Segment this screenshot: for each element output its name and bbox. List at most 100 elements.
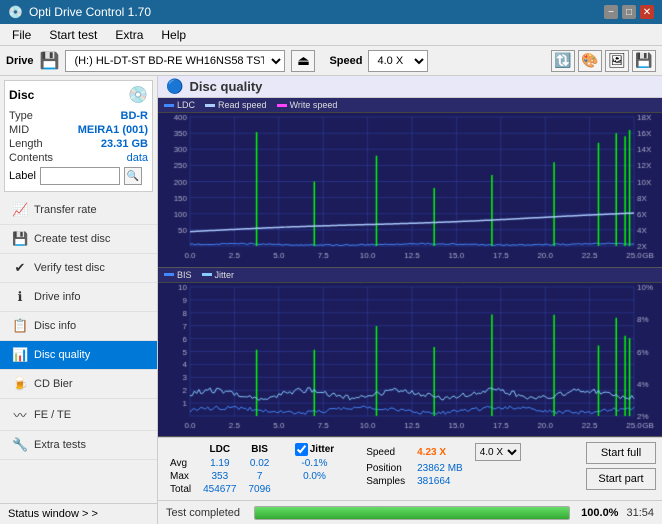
disc-quality-header: 🔵 Disc quality: [158, 76, 662, 98]
disc-contents-row: Contents data: [9, 151, 148, 165]
stats-header-row: LDC BIS Jitter: [164, 442, 340, 457]
progress-status: Test completed: [166, 507, 246, 519]
disc-mid-label: MID: [9, 124, 29, 136]
disc-info-icon: 📋: [12, 318, 28, 334]
toolbar-btn-3[interactable]: 🖼: [605, 50, 629, 72]
status-window-label: Status window > >: [8, 508, 98, 520]
legend-read-speed: Read speed: [205, 100, 267, 110]
drive-info-icon: ℹ: [12, 289, 28, 305]
speed-target-select[interactable]: 4.0 X: [475, 443, 521, 461]
disc-type-row: Type BD-R: [9, 109, 148, 123]
close-button[interactable]: ✕: [640, 5, 654, 19]
disc-length-label: Length: [9, 138, 43, 150]
toolbar-btn-2[interactable]: 🎨: [578, 50, 602, 72]
sidebar-item-cd-bier[interactable]: 🍺 CD Bier: [0, 370, 157, 399]
toolbar: Drive 💾 (H:) HL-DT-ST BD-RE WH16NS58 TST…: [0, 46, 662, 76]
sidebar-item-disc-info[interactable]: 📋 Disc info: [0, 312, 157, 341]
disc-label-row: Label 🔍: [9, 165, 148, 187]
toolbar-btn-save[interactable]: 💾: [632, 50, 656, 72]
legend-write-speed: Write speed: [277, 100, 338, 110]
drive-info-label: Drive info: [34, 291, 80, 303]
disc-quality-label: Disc quality: [34, 349, 90, 361]
menu-start-test[interactable]: Start test: [41, 26, 105, 44]
jitter-color: [202, 273, 212, 276]
charts-area: LDC Read speed Write speed BIS Jitter: [158, 98, 662, 500]
stats-table: LDC BIS Jitter Avg 1.19 0.02: [164, 442, 340, 496]
speed-select[interactable]: 4.0 X: [368, 50, 428, 72]
sidebar-item-transfer-rate[interactable]: 📈 Transfer rate: [0, 196, 157, 225]
create-test-disc-label: Create test disc: [34, 233, 110, 245]
disc-label-button[interactable]: 🔍: [124, 167, 142, 185]
app-icon: 💿: [8, 5, 23, 19]
title-bar: 💿 Opti Drive Control 1.70 − □ ✕: [0, 0, 662, 24]
sidebar-item-verify-test-disc[interactable]: ✔ Verify test disc: [0, 254, 157, 283]
sidebar-item-create-test-disc[interactable]: 💾 Create test disc: [0, 225, 157, 254]
stats-avg-bis: 0.02: [243, 457, 277, 470]
stats-col-space: [277, 442, 289, 457]
start-full-button[interactable]: Start full: [586, 442, 656, 464]
legend-bis: BIS: [164, 270, 192, 280]
fe-te-icon: 〰: [12, 405, 28, 424]
bis-color: [164, 273, 174, 276]
create-test-disc-icon: 💾: [12, 231, 28, 247]
samples-value: 381664: [411, 475, 469, 488]
maximize-button[interactable]: □: [622, 5, 636, 19]
sidebar-item-fe-te[interactable]: 〰 FE / TE: [0, 399, 157, 431]
stats-avg-jitter: -0.1%: [289, 457, 340, 470]
chart2-container: BIS Jitter: [158, 268, 662, 438]
eject-button[interactable]: ⏏: [291, 50, 315, 72]
progress-time: 31:54: [626, 507, 654, 519]
disc-mid-value: MEIRA1 (001): [78, 124, 148, 136]
samples-label: Samples: [360, 475, 411, 488]
disc-icon: 💿: [128, 85, 148, 105]
sidebar-item-disc-quality[interactable]: 📊 Disc quality: [0, 341, 157, 370]
jitter-checkbox-label[interactable]: Jitter: [295, 443, 334, 456]
speed-info-value: 4.23 X: [411, 442, 469, 462]
sidebar-item-drive-info[interactable]: ℹ Drive info: [0, 283, 157, 312]
stats-total-label: Total: [164, 483, 197, 496]
position-row: Position 23862 MB: [360, 462, 527, 475]
status-window-section: Status window > >: [0, 503, 157, 524]
stats-max-bis: 7: [243, 470, 277, 483]
menu-bar: File Start test Extra Help: [0, 24, 662, 46]
stats-avg-row: Avg 1.19 0.02 -0.1%: [164, 457, 340, 470]
stats-col-jitter: Jitter: [289, 442, 340, 457]
menu-extra[interactable]: Extra: [107, 26, 151, 44]
position-label: Position: [360, 462, 411, 475]
speed-row: Speed 4.23 X 4.0 X: [360, 442, 527, 462]
transfer-rate-icon: 📈: [12, 202, 28, 218]
stats-max-row: Max 353 7 0.0%: [164, 470, 340, 483]
bis-jitter-chart: [158, 283, 662, 436]
position-value: 23862 MB: [411, 462, 469, 475]
disc-label-label: Label: [9, 170, 36, 182]
write-speed-color: [277, 104, 287, 107]
menu-file[interactable]: File: [4, 26, 39, 44]
read-speed-color: [205, 104, 215, 107]
test-buttons: Start full Start part: [586, 442, 656, 490]
toolbar-btn-1[interactable]: 🔃: [551, 50, 575, 72]
sidebar-item-extra-tests[interactable]: 🔧 Extra tests: [0, 431, 157, 460]
drive-select[interactable]: (H:) HL-DT-ST BD-RE WH16NS58 TST4: [65, 50, 285, 72]
disc-label-input[interactable]: [40, 167, 120, 185]
disc-info-label: Disc info: [34, 320, 76, 332]
ldc-chart: [158, 113, 662, 266]
disc-type-value: BD-R: [121, 110, 149, 122]
stats-avg-label: Avg: [164, 457, 197, 470]
chart2-legend: BIS Jitter: [158, 268, 662, 283]
app-title: Opti Drive Control 1.70: [29, 5, 151, 19]
verify-test-disc-icon: ✔: [12, 260, 28, 276]
disc-contents-value: data: [127, 152, 148, 164]
title-bar-controls: − □ ✕: [604, 5, 654, 19]
chart1-container: LDC Read speed Write speed: [158, 98, 662, 268]
extra-tests-label: Extra tests: [34, 439, 86, 451]
status-window-button[interactable]: Status window > >: [8, 508, 149, 520]
sidebar-nav: 📈 Transfer rate 💾 Create test disc ✔ Ver…: [0, 196, 157, 503]
legend-ldc: LDC: [164, 100, 195, 110]
start-part-button[interactable]: Start part: [586, 468, 656, 490]
menu-help[interactable]: Help: [153, 26, 194, 44]
jitter-checkbox[interactable]: [295, 443, 308, 456]
stats-max-label: Max: [164, 470, 197, 483]
minimize-button[interactable]: −: [604, 5, 618, 19]
progress-bar: [254, 506, 570, 520]
speed-target-select-cell: 4.0 X: [469, 442, 527, 462]
